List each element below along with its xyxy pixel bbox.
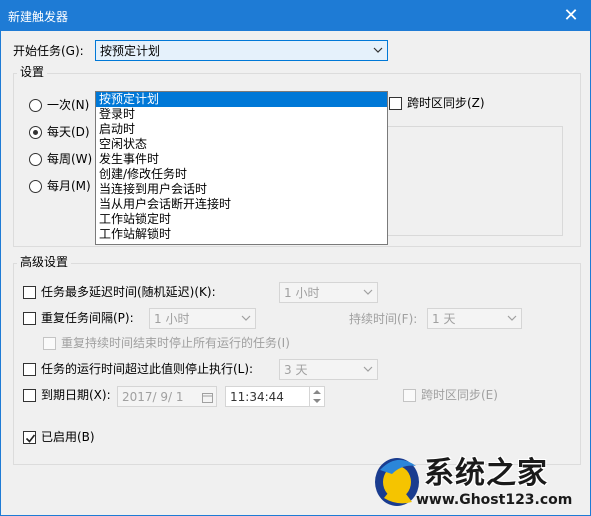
window-title: 新建触发器 xyxy=(8,10,69,24)
radio-once[interactable] xyxy=(29,99,42,112)
stop-running-checkbox[interactable] xyxy=(43,337,56,350)
expire-checkbox[interactable] xyxy=(23,389,36,402)
dropdown-option[interactable]: 创建/修改任务时 xyxy=(96,167,387,182)
watermark: 系统之家 www.Ghost123.com xyxy=(372,448,591,516)
dropdown-option[interactable]: 工作站锁定时 xyxy=(96,212,387,227)
radio-monthly-label: 每月(M) xyxy=(47,179,91,193)
dropdown-option[interactable]: 工作站解锁时 xyxy=(96,227,387,242)
delay-label: 任务最多延迟时间(随机延迟)(K): xyxy=(41,285,216,299)
settings-group-title: 设置 xyxy=(17,65,48,79)
duration-label: 持续时间(F): xyxy=(349,312,418,326)
dropdown-option[interactable]: 空闲状态 xyxy=(96,137,387,152)
sync-timezone-label: 跨时区同步(Z) xyxy=(407,96,485,110)
repeat-value: 1 小时 xyxy=(154,312,190,326)
expire-label: 到期日期(X): xyxy=(41,388,111,402)
title-bar: 新建触发器 ✕ xyxy=(0,0,591,31)
dropdown-option[interactable]: 按预定计划 xyxy=(96,92,387,107)
chevron-down-icon xyxy=(363,366,373,372)
dropdown-option[interactable]: 登录时 xyxy=(96,107,387,122)
repeat-checkbox[interactable] xyxy=(23,312,36,325)
expire-time-value: 11:34:44 xyxy=(230,390,284,404)
stop-if-longer-value: 3 天 xyxy=(284,363,308,377)
start-task-dropdown-list[interactable]: 按预定计划 登录时 启动时 空闲状态 发生事件时 创建/修改任务时 当连接到用户… xyxy=(95,91,388,245)
delay-combobox[interactable]: 1 小时 xyxy=(279,282,378,303)
radio-weekly-label: 每周(W) xyxy=(47,152,93,166)
duration-combobox[interactable]: 1 天 xyxy=(427,308,522,329)
repeat-combobox[interactable]: 1 小时 xyxy=(149,308,256,329)
close-icon: ✕ xyxy=(563,5,579,26)
expire-time-field[interactable]: 11:34:44 xyxy=(225,386,325,407)
chevron-down-icon xyxy=(363,289,373,295)
stop-if-longer-label: 任务的运行时间超过此值则停止执行(L): xyxy=(41,362,254,376)
dropdown-option[interactable]: 启动时 xyxy=(96,122,387,137)
delay-value: 1 小时 xyxy=(284,286,320,300)
watermark-title: 系统之家 xyxy=(424,456,548,491)
expire-sync-checkbox[interactable] xyxy=(403,389,416,402)
start-task-label: 开始任务(G): xyxy=(13,44,84,58)
time-spinner[interactable] xyxy=(309,386,324,407)
chevron-down-icon xyxy=(507,315,517,321)
sync-timezone-checkbox[interactable] xyxy=(389,97,402,110)
expire-date-picker[interactable]: 2017/ 9/ 1 xyxy=(117,386,217,407)
radio-monthly[interactable] xyxy=(29,180,42,193)
enabled-checkbox[interactable] xyxy=(23,431,36,444)
repeat-label: 重复任务间隔(P): xyxy=(41,311,134,325)
radio-weekly[interactable] xyxy=(29,153,42,166)
dropdown-option[interactable]: 当连接到用户会话时 xyxy=(96,182,387,197)
chevron-down-icon xyxy=(373,47,383,53)
delay-checkbox[interactable] xyxy=(23,286,36,299)
chevron-up-icon xyxy=(313,390,321,394)
advanced-group-title: 高级设置 xyxy=(17,255,72,269)
watermark-logo-icon xyxy=(375,458,419,506)
chevron-down-icon xyxy=(241,315,251,321)
dropdown-option[interactable]: 发生事件时 xyxy=(96,152,387,167)
start-task-selected: 按预定计划 xyxy=(100,44,161,58)
radio-once-label: 一次(N) xyxy=(47,98,90,112)
expire-sync-label: 跨时区同步(E) xyxy=(421,388,498,402)
close-button[interactable]: ✕ xyxy=(551,0,591,31)
dialog-client: 开始任务(G): 按预定计划 设置 一次(N) 每天(D) 每周(W) 每月(M… xyxy=(0,31,591,516)
stop-if-longer-combobox[interactable]: 3 天 xyxy=(279,359,378,380)
dropdown-option[interactable]: 当从用户会话断开连接时 xyxy=(96,197,387,212)
radio-daily-label: 每天(D) xyxy=(47,125,90,139)
enabled-label: 已启用(B) xyxy=(41,430,95,444)
duration-value: 1 天 xyxy=(432,312,456,326)
expire-date-value: 2017/ 9/ 1 xyxy=(122,390,184,404)
radio-daily[interactable] xyxy=(29,126,42,139)
stop-running-label: 重复持续时间结束时停止所有运行的任务(I) xyxy=(61,336,290,350)
stop-if-longer-checkbox[interactable] xyxy=(23,363,36,376)
chevron-down-icon xyxy=(313,399,321,403)
watermark-url: www.Ghost123.com xyxy=(416,492,573,508)
calendar-icon xyxy=(202,393,213,403)
checkmark-icon xyxy=(25,434,36,443)
start-task-combobox[interactable]: 按预定计划 xyxy=(95,40,388,61)
